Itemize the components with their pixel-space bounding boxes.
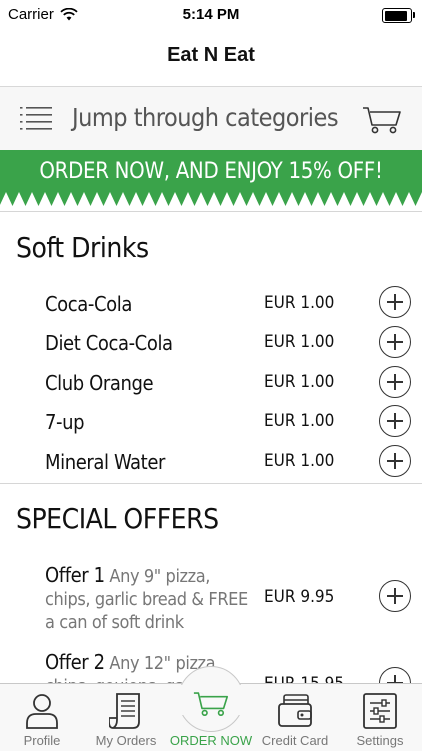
- nav-bar: Eat N Eat: [0, 32, 422, 87]
- wallet-icon: [278, 694, 312, 727]
- tab-settings[interactable]: Settings: [338, 684, 422, 751]
- add-item-button[interactable]: [379, 667, 411, 683]
- add-item-button[interactable]: [379, 405, 411, 437]
- item-price: EUR 1.00: [264, 332, 335, 352]
- list-icon[interactable]: [20, 105, 52, 131]
- tab-label: My Orders: [95, 733, 157, 748]
- item-price: EUR 9.95: [264, 587, 335, 607]
- section-title-soft-drinks: Soft Drinks: [16, 231, 149, 264]
- status-bar: Carrier 5:14 PM: [0, 0, 422, 32]
- item-price: EUR 1.00: [264, 451, 335, 471]
- item-price: EUR 1.00: [264, 411, 335, 431]
- promo-banner[interactable]: ORDER NOW, AND ENJOY 15% OFF!: [0, 150, 422, 206]
- tab-my-orders[interactable]: My Orders: [84, 684, 168, 751]
- add-item-button[interactable]: [379, 580, 411, 612]
- promo-text: ORDER NOW, AND ENJOY 15% OFF!: [39, 159, 383, 184]
- tab-label: Credit Card: [261, 733, 329, 748]
- cart-icon[interactable]: [362, 103, 402, 135]
- tab-bar: Profile My Orders ORDER NOW Credit Card …: [0, 666, 422, 751]
- tab-label: Profile: [23, 733, 61, 748]
- offer-name: Offer 1: [45, 563, 105, 587]
- item-price: EUR 15.95: [264, 674, 344, 683]
- sliders-icon: [363, 693, 397, 729]
- offer-name: Offer 2: [45, 650, 105, 674]
- item-name: Diet Coca-Cola: [45, 331, 173, 355]
- add-item-button[interactable]: [379, 366, 411, 398]
- menu-list[interactable]: Soft Drinks Coca-Cola EUR 1.00 Diet Coca…: [0, 206, 422, 683]
- item-name: Coca-Cola: [45, 292, 132, 316]
- add-item-button[interactable]: [379, 286, 411, 318]
- tab-order-now[interactable]: ORDER NOW: [169, 684, 253, 751]
- receipt-icon: [109, 693, 140, 729]
- item-price: EUR 1.00: [264, 372, 335, 392]
- category-bar[interactable]: Jump through categories: [0, 87, 422, 150]
- offer-text: Offer 1 Any 9" pizza, chips, garlic brea…: [45, 564, 255, 634]
- tab-profile[interactable]: Profile: [0, 684, 84, 751]
- item-price: EUR 1.00: [264, 293, 335, 313]
- battery-icon: [382, 8, 415, 23]
- tab-label: ORDER NOW: [169, 733, 253, 748]
- category-jump-label[interactable]: Jump through categories: [72, 103, 339, 132]
- item-name: Club Orange: [45, 371, 154, 395]
- add-item-button[interactable]: [379, 445, 411, 477]
- section-title-special-offers: SPECIAL OFFERS: [16, 502, 219, 535]
- add-item-button[interactable]: [379, 326, 411, 358]
- person-icon: [26, 694, 58, 729]
- cart-icon: [193, 692, 229, 717]
- divider: [0, 211, 422, 212]
- item-name: 7-up: [45, 410, 85, 434]
- divider: [0, 483, 422, 484]
- tab-credit-card[interactable]: Credit Card: [253, 684, 337, 751]
- status-time: 5:14 PM: [182, 6, 240, 23]
- page-title: Eat N Eat: [167, 44, 255, 66]
- item-name: Mineral Water: [45, 450, 165, 474]
- tab-label: Settings: [356, 733, 404, 748]
